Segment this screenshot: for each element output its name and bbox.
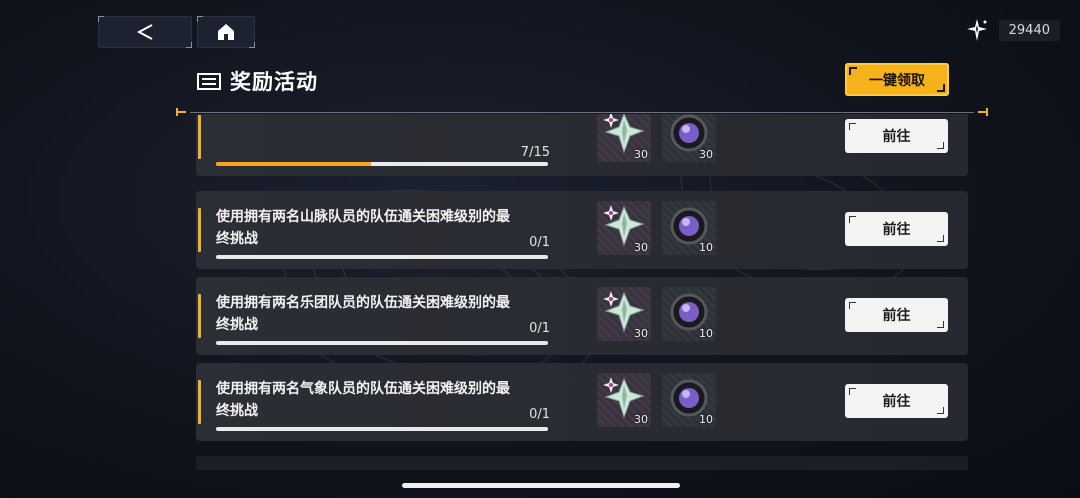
page-title: 奖励活动 xyxy=(230,70,318,94)
go-button[interactable]: 前往 xyxy=(845,212,948,246)
task-progress-text: 0/1 xyxy=(529,235,550,250)
reward-count: 30 xyxy=(634,148,648,161)
pinwheel-badge-icon xyxy=(603,377,619,393)
task-name: 使用拥有两名气象队员的队伍通关困难级别的最终挑战 xyxy=(216,381,510,419)
reward-count: 30 xyxy=(634,327,648,340)
reward-count: 30 xyxy=(699,148,713,161)
task-progress-text: 0/1 xyxy=(529,321,550,336)
pinwheel-badge-icon xyxy=(603,205,619,221)
task-progress-bar xyxy=(216,255,548,259)
reward-item[interactable]: 30 xyxy=(597,373,651,427)
task-list[interactable]: 通关重塑试炼15次 7/15 30 30 前往 使用 xyxy=(0,114,1080,468)
reward-count: 30 xyxy=(634,413,648,426)
star-gem-icon xyxy=(966,19,987,41)
pinwheel-badge-icon xyxy=(603,114,619,128)
task-accent-bar xyxy=(198,208,201,252)
reward-item[interactable]: 30 xyxy=(597,201,651,255)
reward-count: 10 xyxy=(699,327,713,340)
go-button[interactable]: 前往 xyxy=(845,384,948,418)
task-card: 通关重塑试炼15次 7/15 30 30 前往 xyxy=(196,114,968,176)
ticket-icon xyxy=(197,73,221,90)
home-button[interactable] xyxy=(197,16,255,48)
task-accent-bar xyxy=(198,115,201,159)
task-progress-bar xyxy=(216,162,548,166)
task-progress-bar xyxy=(216,341,548,345)
task-accent-bar xyxy=(198,380,201,424)
reward-item[interactable]: 10 xyxy=(662,287,716,341)
home-indicator[interactable] xyxy=(402,483,680,488)
reward-item[interactable]: 30 xyxy=(662,114,716,162)
reward-count: 10 xyxy=(699,413,713,426)
next-task-peek xyxy=(196,456,968,470)
task-progress-fill xyxy=(216,162,372,166)
reward-item[interactable]: 30 xyxy=(597,287,651,341)
task-accent-bar xyxy=(198,294,201,338)
reward-item[interactable]: 10 xyxy=(662,373,716,427)
claim-all-button[interactable]: 一键领取 xyxy=(845,63,949,96)
task-progress-text: 7/15 xyxy=(520,145,550,160)
currency-display: 29440 xyxy=(965,18,1060,42)
pinwheel-badge-icon xyxy=(603,291,619,307)
task-card: 使用拥有两名乐团队员的队伍通关困难级别的最终挑战 0/1 30 10 前往 xyxy=(196,277,968,355)
go-button[interactable]: 前往 xyxy=(845,119,948,153)
task-name: 使用拥有两名乐团队员的队伍通关困难级别的最终挑战 xyxy=(216,295,510,333)
reward-item[interactable]: 10 xyxy=(662,201,716,255)
currency-value: 29440 xyxy=(998,19,1060,41)
home-icon xyxy=(218,24,234,40)
reward-item[interactable]: 30 xyxy=(597,114,651,162)
chevron-left-icon xyxy=(136,24,153,40)
task-card: 使用拥有两名气象队员的队伍通关困难级别的最终挑战 0/1 30 10 前往 xyxy=(196,363,968,441)
task-progress-text: 0/1 xyxy=(529,407,550,422)
go-button[interactable]: 前往 xyxy=(845,298,948,332)
task-name: 使用拥有两名山脉队员的队伍通关困难级别的最终挑战 xyxy=(216,209,510,247)
reward-count: 30 xyxy=(634,241,648,254)
task-name: 通关重塑试炼15次 xyxy=(216,114,516,117)
task-progress-bar xyxy=(216,427,548,431)
back-button[interactable] xyxy=(98,16,192,48)
task-card: 使用拥有两名山脉队员的队伍通关困难级别的最终挑战 0/1 30 10 前往 xyxy=(196,191,968,269)
reward-count: 10 xyxy=(699,241,713,254)
page-title-row: 奖励活动 xyxy=(196,66,318,96)
